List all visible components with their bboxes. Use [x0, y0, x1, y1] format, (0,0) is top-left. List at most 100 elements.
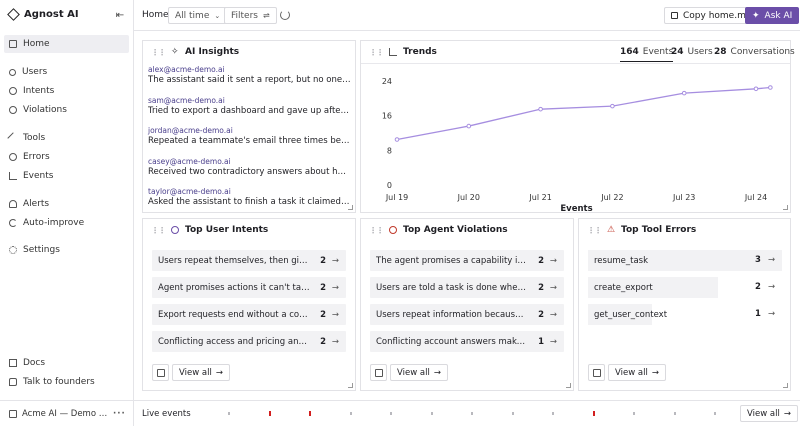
view-all-button[interactable]: View all →: [608, 364, 666, 381]
live-event-tick[interactable]: [633, 412, 635, 415]
data-point[interactable]: [538, 106, 543, 112]
live-event-tick[interactable]: [512, 412, 514, 415]
live-event-tick[interactable]: [471, 412, 473, 415]
drag-handle-icon[interactable]: ⋮⋮: [151, 226, 166, 235]
top-agent-violations-card: ⋮⋮ Top Agent Violations The agent promis…: [360, 218, 574, 391]
errors-icon: [9, 153, 17, 161]
list-item-count: 1: [538, 336, 544, 347]
insight-text: Tried to export a dashboard and gave up …: [148, 106, 351, 116]
drag-handle-icon[interactable]: ⋮⋮: [151, 48, 166, 57]
collapse-sidebar-icon[interactable]: ⇤: [114, 10, 126, 22]
list-item[interactable]: resume_task: [588, 250, 782, 271]
list-item[interactable]: create_export: [588, 277, 718, 298]
sidebar: Agnost AI ⇤ Home Users Intents Violation…: [0, 0, 134, 426]
view-all-button[interactable]: View all →: [390, 364, 448, 381]
trends-chart: 24 16 8 0 Jul 19 Jul 20 Jul 21 Jul 22 Jul 23 Jul …: [382, 77, 773, 213]
live-event-tick[interactable]: [228, 412, 230, 415]
data-point[interactable]: [466, 123, 472, 129]
arrow-right-icon: →: [549, 309, 557, 320]
live-event-tick[interactable]: [309, 411, 311, 416]
arrow-right-icon: →: [783, 408, 791, 419]
list-item[interactable]: get_user_context: [588, 304, 667, 325]
sidebar-item-tools[interactable]: Tools: [4, 129, 129, 147]
insight-item[interactable]: casey@acme-demo.ai Received two contradi…: [148, 157, 351, 177]
time-range-select[interactable]: All time ⌄: [168, 7, 228, 24]
sidebar-item-docs[interactable]: Docs: [4, 354, 129, 372]
drag-handle-icon[interactable]: ⋮⋮: [587, 226, 602, 235]
arrow-right-icon: →: [331, 309, 339, 320]
data-point[interactable]: [394, 137, 400, 142]
insight-item[interactable]: sam@acme-demo.ai Tried to export a dashb…: [148, 96, 351, 116]
sidebar-item-talk-to-founders[interactable]: Talk to founders: [4, 373, 129, 391]
resize-handle-icon[interactable]: [566, 383, 571, 388]
live-event-tick[interactable]: [714, 412, 716, 415]
sidebar-item-violations[interactable]: Violations: [4, 101, 129, 119]
arrow-right-icon: →: [549, 282, 557, 293]
stat-events-tab[interactable]: 164 Events: [620, 47, 674, 62]
list-item[interactable]: Conflicting account answers make users d…: [370, 331, 564, 352]
list-item-count: 2: [538, 309, 544, 320]
list-item[interactable]: Users repeat information because the age…: [370, 304, 564, 325]
list-item-label: Users are told a task is done when it is…: [376, 282, 528, 293]
insight-item[interactable]: taylor@acme-demo.ai Asked the assistant …: [148, 187, 351, 207]
list-item-count: 2: [320, 255, 326, 266]
resize-handle-icon[interactable]: [348, 205, 353, 210]
live-event-tick[interactable]: [552, 412, 554, 415]
live-event-tick[interactable]: [390, 412, 392, 415]
intents-icon: [9, 87, 17, 95]
list-item-count: 2: [320, 336, 326, 347]
resize-handle-icon[interactable]: [348, 383, 353, 388]
stat-label: Users: [687, 47, 713, 57]
sidebar-item-settings[interactable]: Settings: [4, 241, 129, 259]
more-options-icon[interactable]: ···: [113, 409, 126, 419]
sidebar-item-home[interactable]: Home: [4, 35, 129, 53]
list-item-label: resume_task: [594, 255, 649, 266]
list-item[interactable]: Conflicting access and pricing answers 2…: [152, 331, 346, 352]
copy-icon[interactable]: [588, 364, 605, 381]
arrow-right-icon: →: [651, 367, 659, 378]
insight-text: Asked the assistant to finish a task it …: [148, 197, 351, 207]
drag-handle-icon[interactable]: ⋮⋮: [369, 48, 384, 57]
resize-handle-icon[interactable]: [783, 205, 788, 210]
arrow-right-icon: →: [433, 367, 441, 378]
sidebar-item-alerts[interactable]: Alerts: [4, 195, 129, 213]
live-event-tick[interactable]: [350, 412, 352, 415]
resize-handle-icon[interactable]: [783, 383, 788, 388]
sidebar-item-label: Settings: [23, 245, 60, 255]
refresh-icon[interactable]: [280, 10, 290, 20]
stat-users-tab[interactable]: 24 Users: [671, 47, 713, 57]
live-event-tick[interactable]: [269, 411, 271, 416]
list-item[interactable]: Agent promises actions it can't take 2 →: [152, 277, 346, 298]
sidebar-item-intents[interactable]: Intents: [4, 82, 129, 100]
ask-ai-button[interactable]: ✦ Ask AI: [745, 7, 800, 24]
insight-item[interactable]: alex@acme-demo.ai The assistant said it …: [148, 65, 351, 85]
data-point[interactable]: [610, 103, 615, 109]
live-event-tick[interactable]: [593, 411, 595, 416]
list-item[interactable]: Users repeat themselves, then give up 2 …: [152, 250, 346, 271]
filters-button[interactable]: Filters ⇌: [224, 7, 277, 24]
view-all-button[interactable]: View all →: [172, 364, 230, 381]
live-event-tick[interactable]: [431, 412, 433, 415]
data-point[interactable]: [681, 90, 687, 96]
live-event-tick[interactable]: [674, 412, 676, 415]
drag-handle-icon[interactable]: ⋮⋮: [369, 226, 384, 235]
copy-icon[interactable]: [152, 364, 169, 381]
trends-card: ⋮⋮ Trends 164 Events 24 Users 28 Convers…: [360, 40, 795, 213]
sidebar-item-users[interactable]: Users: [4, 63, 129, 81]
stat-conversations-tab[interactable]: 28 Conversations: [714, 47, 795, 57]
chevron-down-icon: ⌄: [214, 11, 221, 20]
insight-item[interactable]: jordan@acme-demo.ai Repeated a teammate'…: [148, 126, 351, 146]
workspace-switcher[interactable]: Acme AI — Demo Workspace ···: [0, 400, 134, 426]
live-view-all-button[interactable]: View all →: [740, 405, 798, 422]
card-title: Top User Intents: [185, 225, 269, 235]
brand[interactable]: Agnost AI: [7, 8, 79, 21]
data-point[interactable]: [768, 85, 773, 90]
data-point[interactable]: [753, 86, 759, 92]
sidebar-item-auto-improve[interactable]: Auto-improve: [4, 214, 129, 232]
copy-icon[interactable]: [370, 364, 387, 381]
sidebar-item-errors[interactable]: Errors: [4, 148, 129, 166]
list-item[interactable]: Export requests end without a completed …: [152, 304, 346, 325]
sidebar-item-events[interactable]: Events: [4, 167, 129, 185]
list-item[interactable]: The agent promises a capability it can't…: [370, 250, 564, 271]
list-item[interactable]: Users are told a task is done when it is…: [370, 277, 564, 298]
